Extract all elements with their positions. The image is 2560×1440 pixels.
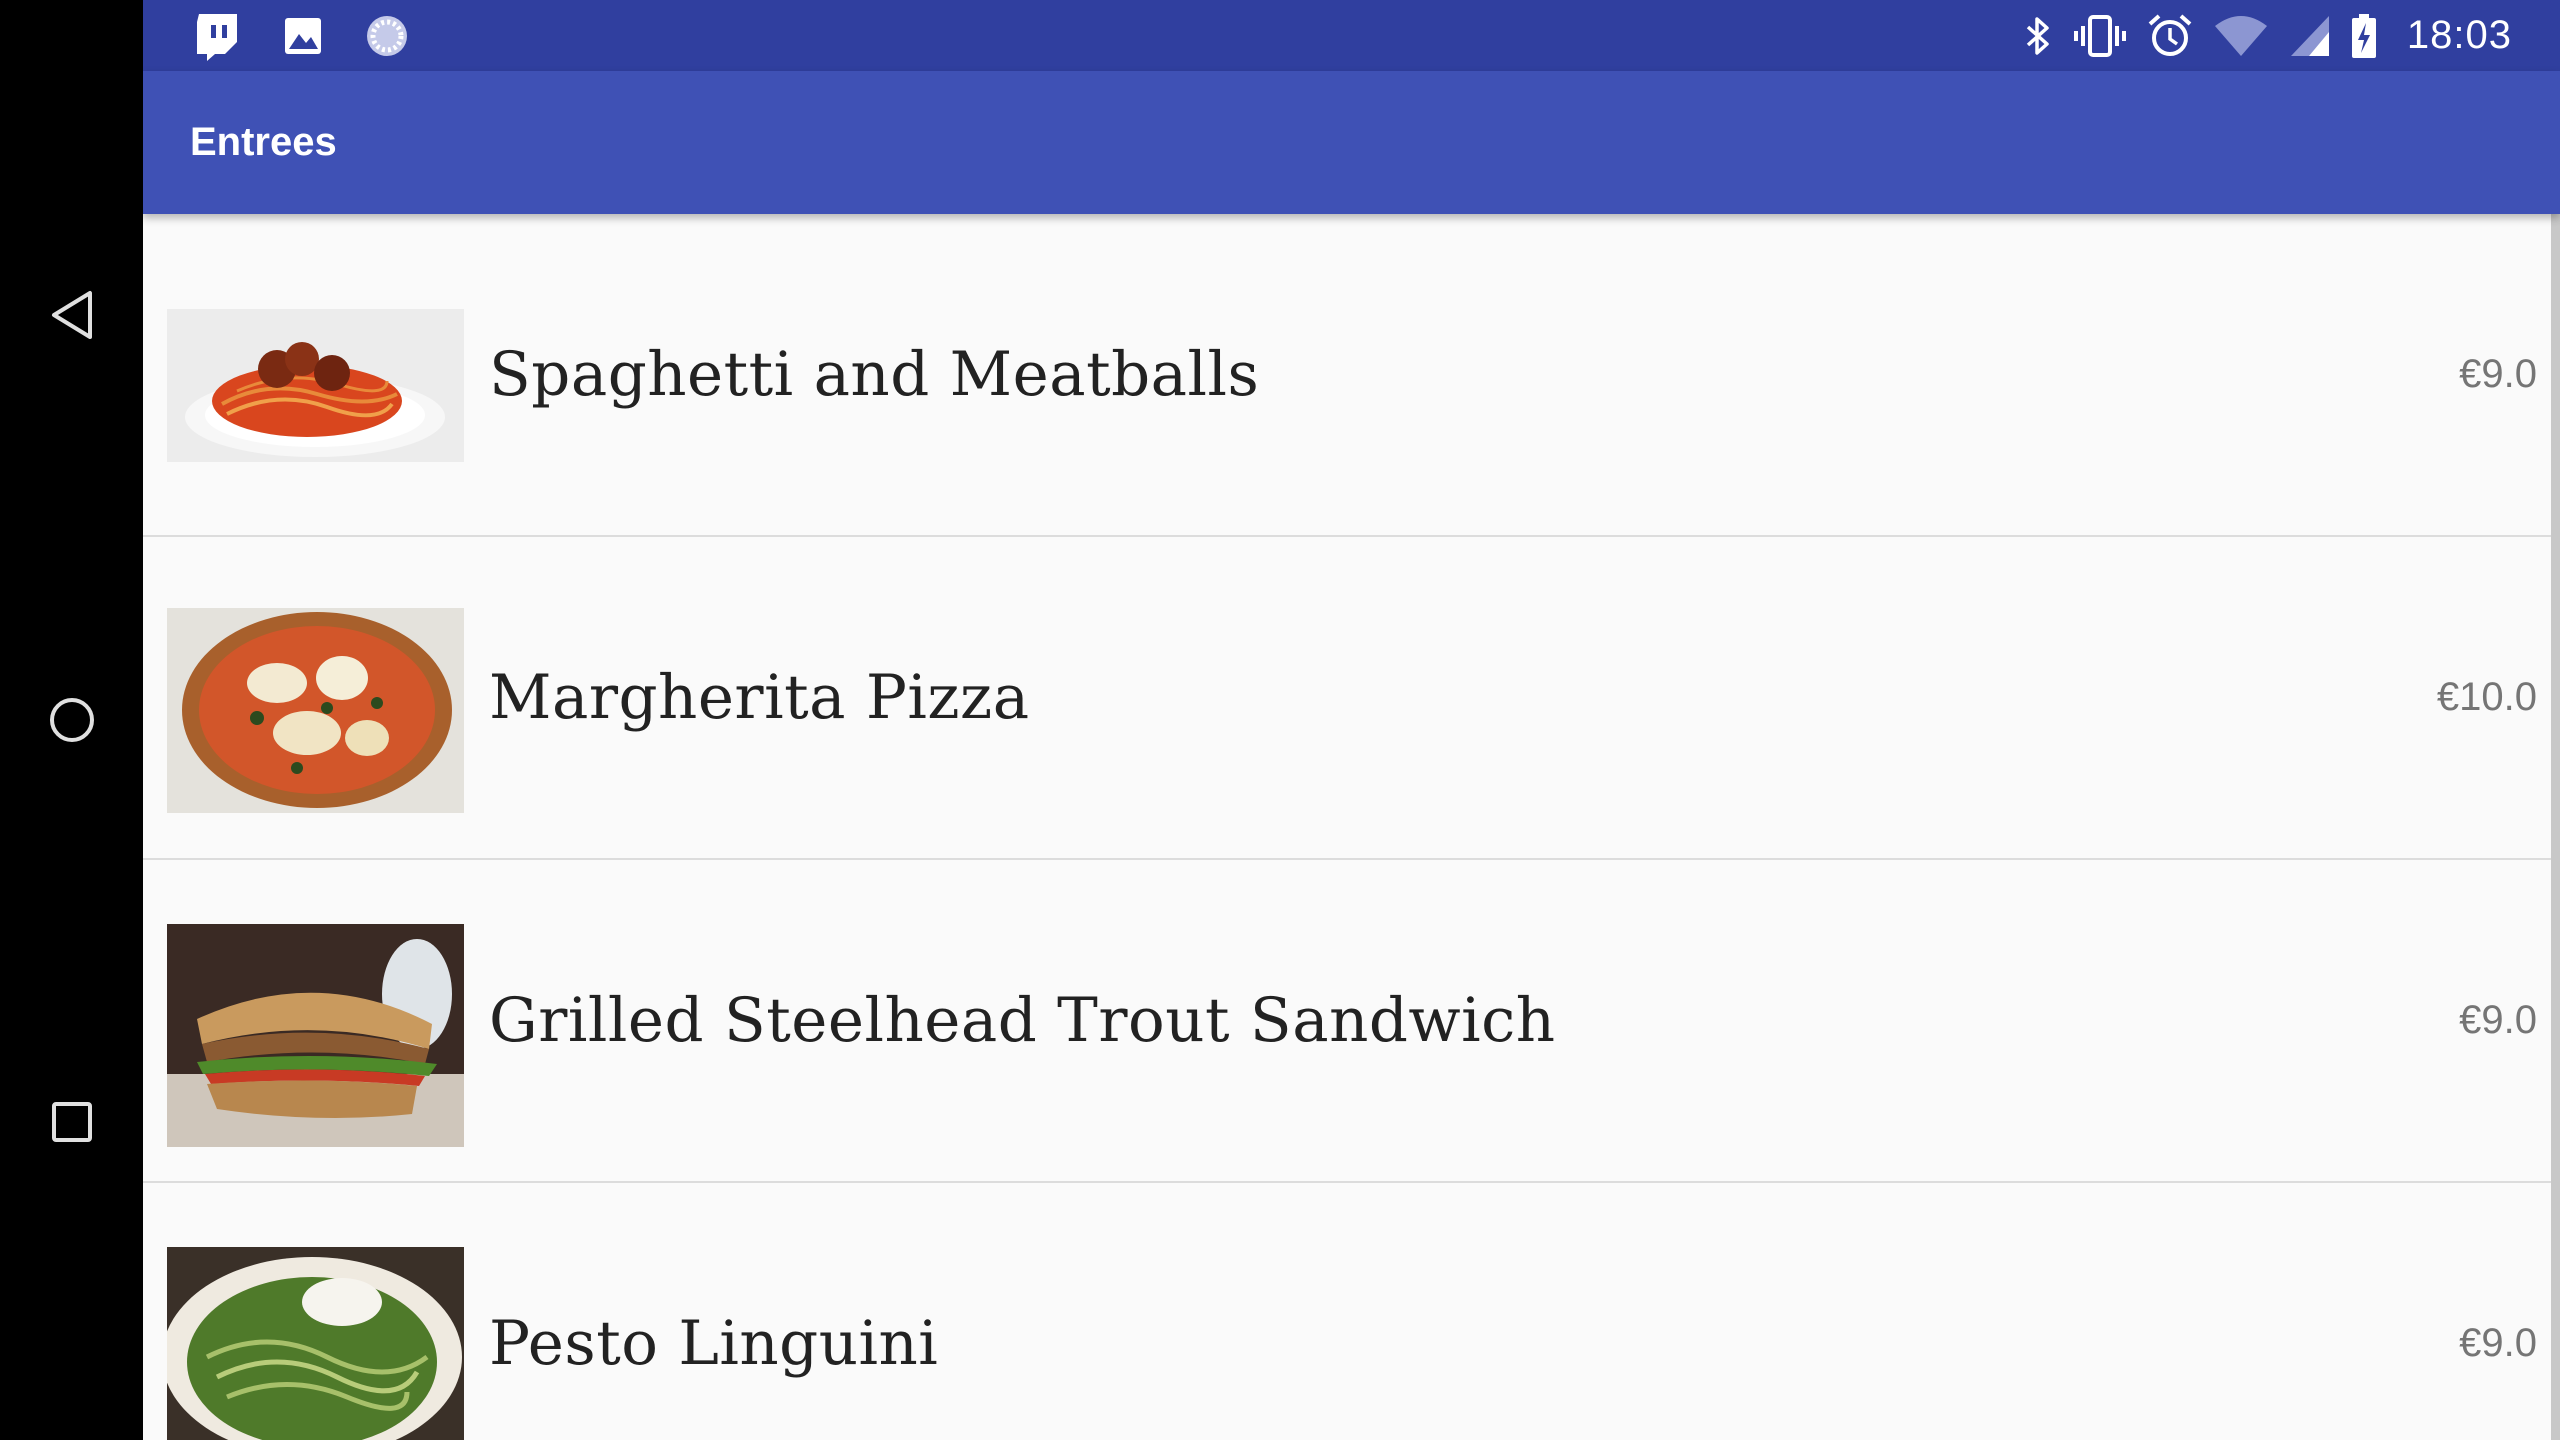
twitch-icon: [197, 13, 237, 61]
list-item[interactable]: Grilled Steelhead Trout Sandwich €9.0: [143, 860, 2560, 1183]
dish-image: [167, 309, 464, 462]
bluetooth-icon: [2026, 16, 2049, 55]
dish-name: Grilled Steelhead Trout Sandwich: [489, 985, 1556, 1056]
scrollbar[interactable]: [2551, 214, 2560, 1440]
navigation-bar: [0, 0, 143, 1440]
vibrate-icon: [2073, 14, 2126, 57]
list-item[interactable]: Margherita Pizza €10.0: [143, 537, 2560, 860]
page-title: Entrees: [190, 120, 337, 164]
sync-icon: [367, 15, 407, 56]
back-icon: [51, 291, 92, 339]
status-bar: 18:03: [143, 0, 2560, 71]
dish-image: [167, 1247, 464, 1440]
dish-image: [167, 924, 464, 1147]
back-button[interactable]: [0, 255, 143, 375]
gallery-icon: [285, 17, 321, 54]
dish-name: Margherita Pizza: [489, 662, 1030, 733]
cellular-signal-icon: [2290, 15, 2329, 56]
list-item[interactable]: Pesto Linguini €9.0: [143, 1183, 2560, 1440]
dish-price: €10.0: [2436, 675, 2537, 719]
wifi-icon: [2214, 15, 2267, 56]
alarm-icon: [2148, 14, 2192, 56]
dish-image: [167, 608, 464, 813]
home-icon: [49, 698, 94, 742]
battery-charging-icon: [2351, 13, 2376, 58]
dish-price: €9.0: [2459, 352, 2537, 396]
recents-icon: [51, 1102, 92, 1142]
dish-name: Spaghetti and Meatballs: [489, 339, 1260, 410]
dish-price: €9.0: [2459, 998, 2537, 1042]
list-item[interactable]: Spaghetti and Meatballs €9.0: [143, 214, 2560, 537]
clock: 18:03: [2406, 13, 2512, 57]
dish-name: Pesto Linguini: [489, 1308, 939, 1379]
home-button[interactable]: [0, 660, 143, 780]
app-bar: Entrees: [143, 71, 2560, 214]
recents-button[interactable]: [0, 1062, 143, 1182]
dish-price: €9.0: [2459, 1321, 2537, 1365]
entree-list: Spaghetti and Meatballs €9.0 Margherita …: [143, 214, 2560, 1440]
